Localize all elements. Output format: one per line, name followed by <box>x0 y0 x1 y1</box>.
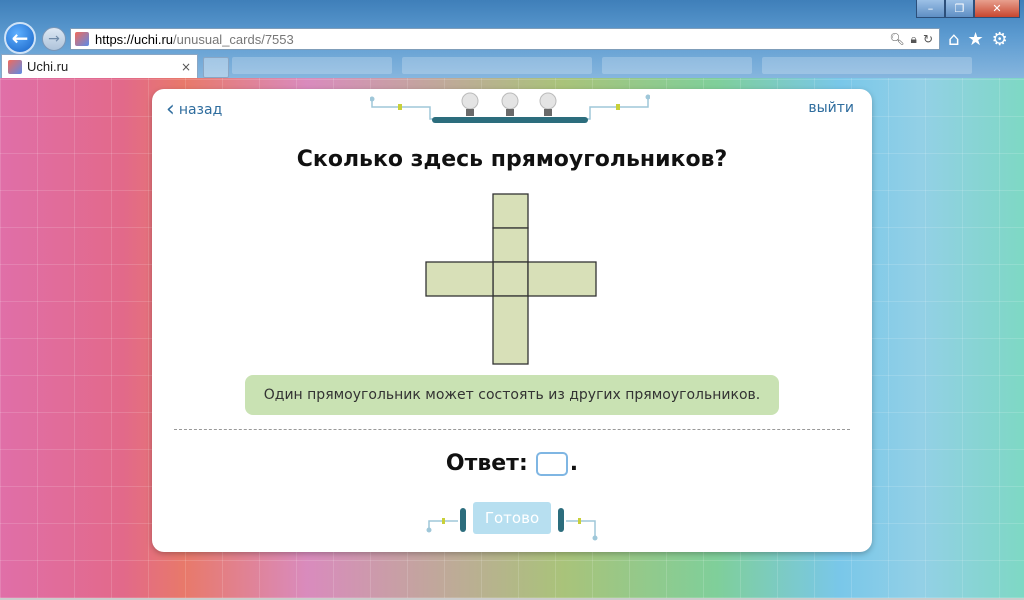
lock-icon[interactable]: 🔒︎ <box>911 32 917 47</box>
refresh-icon[interactable]: ↻ <box>923 32 933 47</box>
home-icon[interactable]: ⌂ <box>948 29 959 50</box>
search-icon[interactable]: 🔍︎ <box>889 32 904 47</box>
browser-chrome: – ❐ ✕ ← → https://uchi.ru/unusual_cards/… <box>0 0 1024 78</box>
lightbulb-icon <box>501 92 519 116</box>
task-card: ‹ назад выйти Сколько здесь прямоугольни… <box>152 89 872 552</box>
background-tab[interactable] <box>762 57 972 74</box>
figure-cell <box>425 261 494 297</box>
background-tab[interactable] <box>602 57 752 74</box>
chevron-left-icon: ‹ <box>166 97 175 122</box>
back-arrow-icon[interactable]: ← <box>4 22 36 54</box>
exit-link[interactable]: выйти <box>808 100 854 116</box>
cross-figure <box>425 193 597 365</box>
lightbulb-icon <box>461 92 479 116</box>
done-area: Готово <box>424 499 600 543</box>
tab-uchi[interactable]: Uchi.ru × <box>1 54 198 78</box>
figure-cell <box>492 193 529 229</box>
hint-box: Один прямоугольник может состоять из дру… <box>245 375 779 415</box>
tab-strip: Uchi.ru × <box>0 54 1024 78</box>
forward-arrow-icon[interactable]: → <box>42 27 66 51</box>
url-text: https://uchi.ru/unusual_cards/7553 <box>95 31 294 47</box>
background-tabs <box>232 57 1020 76</box>
tab-favicon <box>8 59 22 74</box>
answer-input[interactable] <box>535 451 568 476</box>
tab-close-icon[interactable]: × <box>181 60 191 74</box>
site-favicon <box>75 32 89 46</box>
dashed-divider <box>174 429 850 430</box>
close-window-button[interactable]: ✕ <box>974 0 1020 18</box>
figure-cell <box>527 261 597 297</box>
star-icon[interactable]: ★ <box>967 29 983 50</box>
figure-cell <box>492 295 529 365</box>
lightbulb-icon <box>539 92 557 116</box>
minimize-button[interactable]: – <box>916 0 945 18</box>
background-tab[interactable] <box>402 57 592 74</box>
tab-title: Uchi.ru <box>27 59 69 74</box>
answer-row: Ответ: . <box>152 451 872 476</box>
question-title: Сколько здесь прямоугольников? <box>296 147 728 172</box>
window-caption-buttons: – ❐ ✕ <box>916 0 1020 18</box>
back-link[interactable]: ‹ назад <box>166 99 222 121</box>
gear-icon[interactable]: ⚙ <box>992 29 1008 50</box>
answer-period: . <box>569 451 579 476</box>
done-button[interactable]: Готово <box>473 502 551 534</box>
restore-button[interactable]: ❐ <box>945 0 974 18</box>
progress-circuit <box>370 92 650 123</box>
new-tab-button[interactable] <box>203 57 229 78</box>
background-tab[interactable] <box>232 57 392 74</box>
answer-label: Ответ: <box>445 451 528 476</box>
back-label: назад <box>178 102 223 118</box>
figure-cell <box>492 227 529 263</box>
figure-cell <box>492 261 529 297</box>
address-bar[interactable]: https://uchi.ru/unusual_cards/7553 🔍︎ 🔒︎… <box>70 28 940 50</box>
